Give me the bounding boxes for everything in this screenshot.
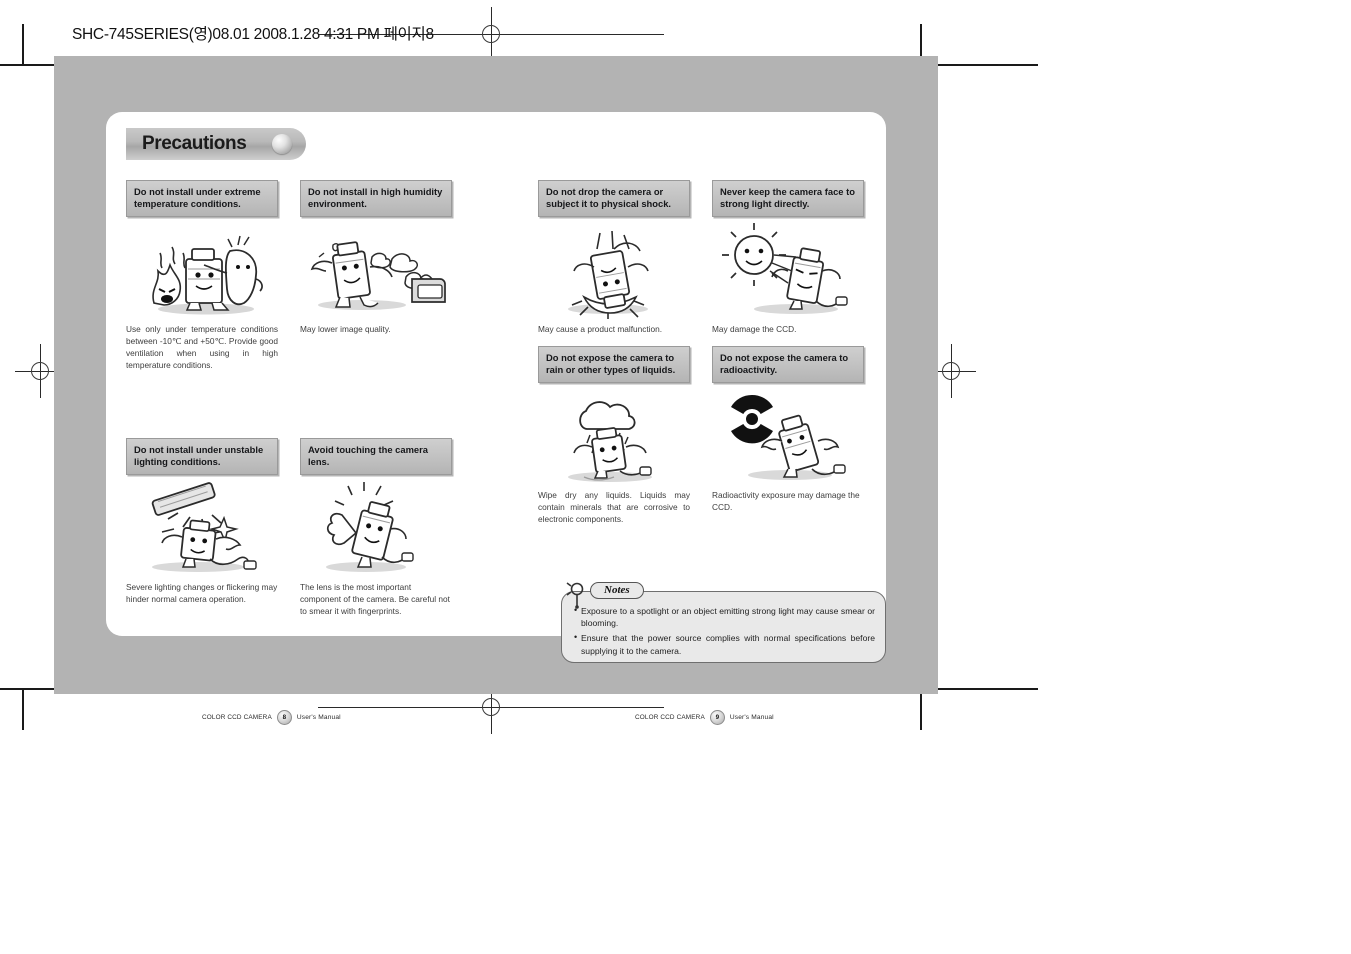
note-item: Ensure that the power source complies wi… [574,631,875,656]
note-item: Exposure to a spotlight or an object emi… [574,604,875,629]
camera-character-falling-icon [538,223,690,319]
crop-mark-br-v [920,688,922,730]
camera-character-with-radiation-symbol-icon [712,389,864,485]
page-title: Precautions [142,133,247,154]
notes-panel: Notes Exposure to a spotlight or an obje… [561,582,886,663]
precaution-caption: May damage the CCD. [712,323,797,334]
prepress-header: SHC-745SERIES(영)08.01 2008.1.28 4:31 PM … [72,26,434,43]
crop-mark-bl-h [0,688,58,690]
registration-mark-top [318,7,664,61]
section-title-bar: Precautions [126,128,306,160]
precaution-heading: Do not install under extreme temperature… [126,180,278,217]
footer-manual-label: User's Manual [729,714,774,721]
notes-label: Notes [590,582,644,599]
crop-mark-tl-h [0,64,58,66]
registration-mark-bottom [318,680,664,734]
precaution-heading: Do not drop the camera or subject it to … [538,180,690,217]
precaution-caption: The lens is the most important component… [300,581,450,616]
precaution-item-avoid-touching-lens: Avoid touching the camera lens. The lens… [300,438,452,617]
page-number: 8 [276,710,292,725]
precaution-item-high-humidity: Do not install in high humidity environm… [300,180,452,335]
footer-right: COLOR CCD CAMERA 9 User's Manual [635,710,774,725]
footer-brand: COLOR CCD CAMERA [635,714,705,721]
precaution-item-unstable-lighting: Do not install under unstable lighting c… [126,438,278,605]
content-sheet: Precautions Do not install under extreme… [106,112,886,725]
precaution-item-strong-light: Never keep the camera face to strong lig… [712,180,864,335]
precaution-caption: Wipe dry any liquids. Liquids may contai… [538,489,690,524]
precaution-heading: Do not install in high humidity environm… [300,180,452,217]
precaution-caption: May cause a product malfunction. [538,323,663,334]
camera-character-with-steam-icon [300,223,452,319]
precaution-item-do-not-drop: Do not drop the camera or subject it to … [538,180,690,335]
precaution-heading: Do not expose the camera to radioactivit… [712,346,864,383]
precaution-heading: Do not install under unstable lighting c… [126,438,278,475]
precaution-heading: Do not expose the camera to rain or othe… [538,346,690,383]
precaution-caption: Severe lighting changes or flickering ma… [126,581,278,604]
notes-list: Exposure to a spotlight or an object emi… [562,604,885,657]
crop-mark-bl-v [22,688,24,730]
precaution-heading: Never keep the camera face to strong lig… [712,180,864,217]
camera-character-in-rain-icon [538,389,690,485]
precaution-caption: Use only under temperature conditions be… [126,323,278,370]
precaution-caption: May lower image quality. [300,323,391,334]
title-orb-icon [272,134,292,154]
footer-left: COLOR CCD CAMERA 8 User's Manual [202,710,341,725]
precaution-item-extreme-temperature: Do not install under extreme temperature… [126,180,278,371]
precaution-heading: Avoid touching the camera lens. [300,438,452,475]
page-number: 9 [709,710,725,725]
precaution-item-rain-liquids: Do not expose the camera to rain or othe… [538,346,690,525]
camera-character-touching-lens-icon [300,481,452,577]
camera-character-with-flickering-light-icon [126,481,278,577]
camera-character-facing-sun-icon [712,222,864,319]
camera-character-with-flames-icon [126,223,278,319]
registration-mark-right [926,344,976,398]
precaution-caption: Radioactivity exposure may damage the CC… [712,489,860,512]
precaution-item-radioactivity: Do not expose the camera to radioactivit… [712,346,864,513]
crop-mark-tl-v [22,24,24,66]
footer-brand: COLOR CCD CAMERA [202,714,272,721]
footer-manual-label: User's Manual [296,714,341,721]
registration-mark-left [15,344,65,398]
page-spread: Precautions Do not install under extreme… [54,56,938,725]
